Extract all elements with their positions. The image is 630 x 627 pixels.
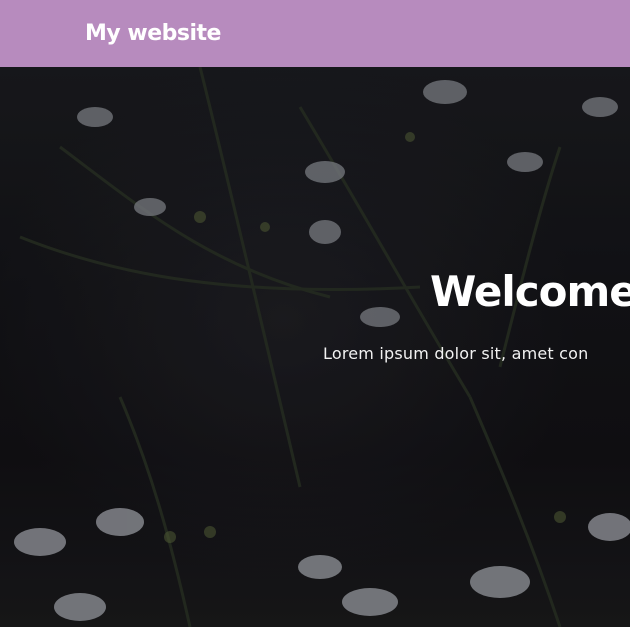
hero-subtitle: Lorem ipsum dolor sit, amet con — [323, 344, 589, 363]
site-brand-link[interactable]: My website — [85, 21, 221, 46]
hero-title: Welcome — [430, 267, 630, 316]
hero-section: Welcome Lorem ipsum dolor sit, amet con — [0, 67, 630, 627]
top-navbar: My website — [0, 0, 630, 67]
